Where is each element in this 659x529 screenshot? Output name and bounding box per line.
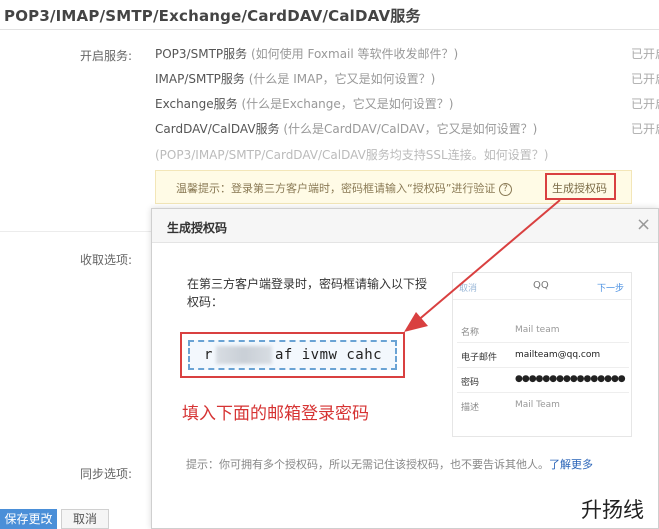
phone-row-label: 电子邮件 <box>461 353 498 363</box>
service-help-link[interactable]: (什么是Exchange，它又是如何设置？) <box>241 97 453 111</box>
service-imap-smtp: IMAP/SMTP服务 (什么是 IMAP，它又是如何设置？) <box>155 72 436 86</box>
phone-row-value: Mail team <box>515 325 560 335</box>
learn-more-link[interactable]: 了解更多 <box>549 458 593 471</box>
dialog-header: 生成授权码 × <box>152 209 658 243</box>
service-exchange: Exchange服务 (什么是Exchange，它又是如何设置？) <box>155 97 454 111</box>
generate-code-highlight[interactable]: 生成授权码 <box>545 173 616 200</box>
redacted-blur <box>216 346 272 364</box>
page-title: POP3/IMAP/SMTP/Exchange/CardDAV/CalDAV服务 <box>4 7 421 25</box>
generate-code-dialog: 生成授权码 × 在第三方客户端登录时，密码框请输入以下授权码： r af ivmw… <box>151 208 659 529</box>
service-status: 已开启 <box>631 122 659 136</box>
auth-code-highlight: r af ivmw cahc <box>180 332 405 378</box>
phone-row-value: mailteam@qq.com <box>515 350 601 360</box>
phone-nav-title: QQ <box>533 280 549 291</box>
watermark-text: 升扬线 <box>581 498 644 522</box>
question-icon[interactable]: ? <box>498 182 512 196</box>
dialog-title: 生成授权码 <box>167 221 228 235</box>
service-status: 已开启 <box>631 97 659 111</box>
service-help-link[interactable]: (什么是CardDAV/CalDAV，它又是如何设置？) <box>283 122 537 136</box>
phone-nav-cancel: 取消 <box>459 284 478 294</box>
warm-tip-text: 温馨提示：登录第三方客户端时，密码框请输入“授权码”进行验证 ? <box>176 180 512 196</box>
phone-row-divider <box>457 367 629 368</box>
phone-row-value: Mail Team <box>515 400 560 410</box>
cancel-button[interactable]: 取消 <box>61 509 109 529</box>
service-help-link[interactable]: (什么是 IMAP，它又是如何设置？) <box>249 72 436 86</box>
save-changes-button[interactable]: 保存更改 <box>0 509 57 529</box>
auth-code-box[interactable]: r af ivmw cahc <box>188 340 397 370</box>
sync-options-label: 同步选项: <box>80 467 133 481</box>
page-header: POP3/IMAP/SMTP/Exchange/CardDAV/CalDAV服务 <box>0 0 659 30</box>
phone-row-divider <box>457 342 629 343</box>
phone-row-divider <box>457 392 629 393</box>
service-pop3-smtp: POP3/SMTP服务 (如何使用 Foxmail 等软件收发邮件？) <box>155 47 459 61</box>
dialog-tip: 提示：你可拥有多个授权码，所以无需记住该授权码，也不要告诉其他人。了解更多 <box>186 458 593 471</box>
phone-row-value: ●●●●●●●●●●●●●●●● <box>515 374 626 384</box>
phone-nav-bar: 取消 QQ 下一步 <box>453 273 631 300</box>
phone-row-label: 名称 <box>461 328 480 338</box>
service-carddav-caldav: CardDAV/CalDAV服务 (什么是CardDAV/CalDAV，它又是如… <box>155 122 538 136</box>
service-status: 已开启 <box>631 72 659 86</box>
generate-code-link[interactable]: 生成授权码 <box>552 180 607 196</box>
receive-options-label: 收取选项: <box>80 253 133 267</box>
phone-nav-next: 下一步 <box>597 284 625 294</box>
service-help-link[interactable]: (如何使用 Foxmail 等软件收发邮件？) <box>251 47 458 61</box>
close-icon[interactable]: × <box>636 215 651 235</box>
phone-row-label: 密码 <box>461 378 480 388</box>
dialog-instruction: 在第三方客户端登录时，密码框请输入以下授权码： <box>187 277 428 309</box>
ssl-note-link[interactable]: (POP3/IMAP/SMTP/CardDAV/CalDAV服务均支持SSL连接… <box>155 146 548 163</box>
annotation-text: 填入下面的邮箱登录密码 <box>182 404 369 424</box>
phone-setup-illustration: 取消 QQ 下一步 名称 Mail team 电子邮件 mailteam@qq.… <box>452 272 632 437</box>
phone-row-label: 描述 <box>461 403 480 413</box>
service-status: 已开启 <box>631 47 659 61</box>
watermark: 升扬线 <box>577 492 659 529</box>
services-label: 开启服务: <box>80 49 133 63</box>
